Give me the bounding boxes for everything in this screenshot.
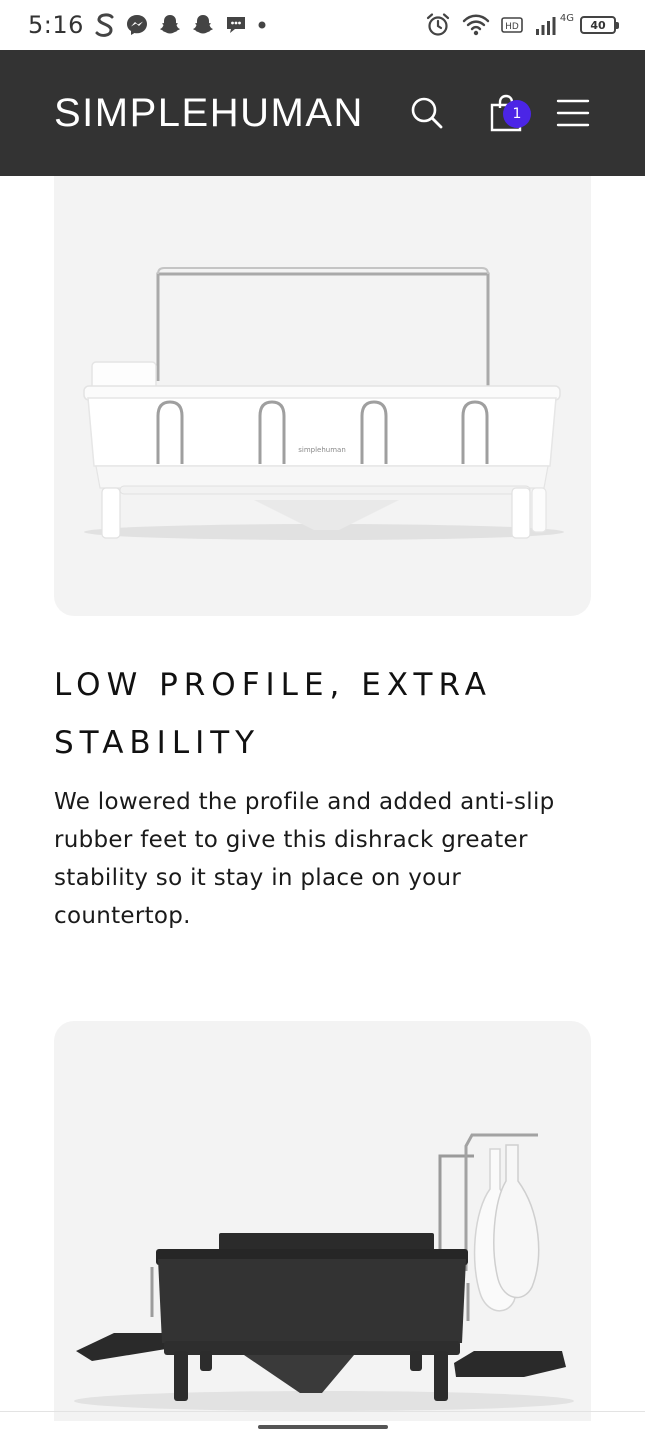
search-icon <box>411 97 443 129</box>
battery-level: 40 <box>580 16 616 34</box>
snapchat-icon <box>191 13 215 37</box>
svg-text:HD: HD <box>505 22 519 32</box>
status-bar: 5:16 HD 4G 40 <box>0 0 645 50</box>
site-header: SIMPLEHUMAN 1 <box>0 50 645 176</box>
signal-icon <box>534 14 558 36</box>
chat-bubble-icon <box>224 13 248 37</box>
hamburger-menu-icon <box>556 99 590 127</box>
messenger-icon <box>125 13 149 37</box>
rack-brand-label: simplehuman <box>298 446 346 454</box>
search-button[interactable] <box>407 93 447 133</box>
white-dish-rack-image: simplehuman <box>54 176 591 616</box>
s-app-icon <box>94 12 116 38</box>
wifi-icon <box>462 13 490 37</box>
nav-divider <box>0 1411 645 1412</box>
header-actions: 1 <box>407 90 591 136</box>
page: 5:16 HD 4G 40 SIMPLEHUMAN 1 simplehuman … <box>0 0 645 1440</box>
snapchat-icon <box>158 13 182 37</box>
hd-icon: HD <box>501 17 523 33</box>
feature-description: We lowered the profile and added anti-sl… <box>54 789 555 929</box>
battery-icon: 40 <box>578 16 619 34</box>
alarm-icon <box>425 12 451 38</box>
cart-button[interactable]: 1 <box>481 90 531 136</box>
feature-title: LOW PROFILE, EXTRA STABILITY <box>54 667 492 761</box>
menu-button[interactable] <box>555 95 591 131</box>
black-dish-rack-image <box>54 1021 591 1421</box>
status-time: 5:16 <box>28 11 84 39</box>
dot-icon <box>257 20 267 30</box>
network-label: 4G <box>559 12 574 24</box>
home-gesture-bar[interactable] <box>258 1425 388 1429</box>
brand-logo[interactable]: SIMPLEHUMAN <box>54 91 364 136</box>
cart-count-badge: 1 <box>503 100 531 128</box>
